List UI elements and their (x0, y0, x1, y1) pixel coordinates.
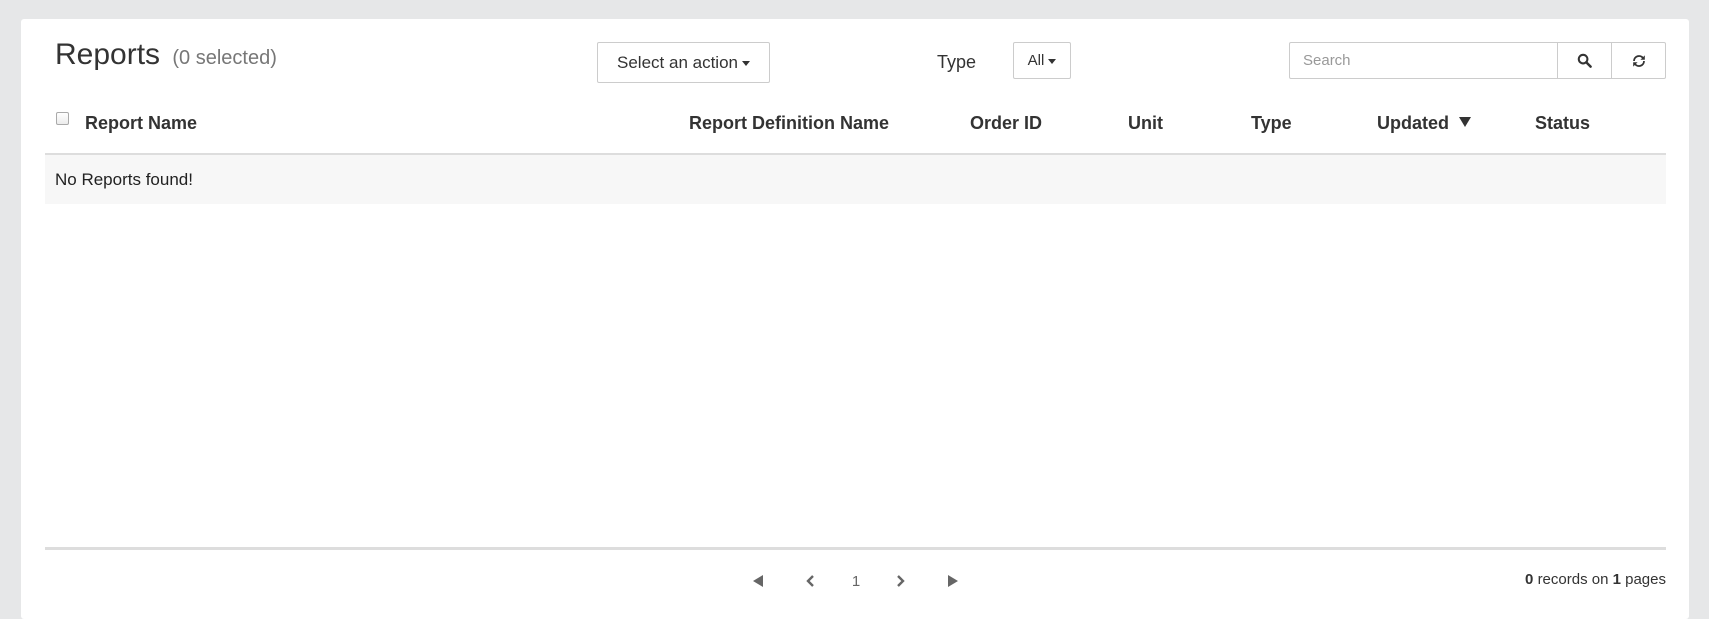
refresh-icon (1632, 54, 1645, 67)
refresh-button[interactable] (1611, 42, 1666, 79)
column-header-updated-label: Updated (1377, 113, 1449, 133)
first-page-button[interactable] (746, 571, 770, 591)
records-summary: 0 records on 1 pages (1525, 571, 1666, 588)
table-header: Report Name Report Definition Name Order… (45, 100, 1666, 155)
column-header-unit[interactable]: Unit (1128, 113, 1163, 134)
caret-down-icon (1048, 59, 1057, 64)
page-title-text: Reports (55, 38, 161, 71)
pages-text: pages (1625, 571, 1666, 588)
column-header-updated[interactable]: Updated (1377, 113, 1471, 134)
next-page-icon (897, 575, 905, 587)
search-input[interactable] (1289, 42, 1558, 79)
column-header-report-name[interactable]: Report Name (85, 113, 197, 134)
prev-page-button[interactable] (799, 571, 823, 591)
next-page-button[interactable] (888, 571, 912, 591)
search-button[interactable] (1557, 42, 1612, 79)
column-header-type[interactable]: Type (1251, 113, 1292, 134)
page-count: 1 (1612, 571, 1621, 588)
empty-message: No Reports found! (55, 170, 193, 189)
last-page-icon (948, 575, 958, 587)
page-title: Reports (0 selected) (55, 38, 277, 72)
prev-page-icon (806, 575, 814, 587)
current-page-number: 1 (851, 572, 861, 590)
select-all-checkbox[interactable] (56, 112, 69, 125)
column-header-report-definition-name[interactable]: Report Definition Name (689, 113, 889, 134)
caret-down-icon (741, 61, 750, 66)
select-action-label: Select an action (617, 52, 738, 72)
record-count: 0 (1525, 571, 1534, 588)
first-page-icon (753, 575, 763, 587)
last-page-button[interactable] (941, 571, 965, 591)
type-filter-value: All (1027, 52, 1045, 69)
empty-table-row: No Reports found! (45, 155, 1666, 204)
column-header-status[interactable]: Status (1535, 113, 1590, 134)
type-filter-label: Type (937, 52, 977, 72)
type-filter-dropdown[interactable]: All (1013, 42, 1071, 79)
column-header-order-id[interactable]: Order ID (970, 113, 1042, 134)
footer-divider (45, 547, 1666, 550)
sort-descending-icon (1459, 117, 1471, 127)
records-text: records on (1537, 571, 1609, 588)
select-action-dropdown[interactable]: Select an action (597, 42, 770, 83)
search-icon (1577, 53, 1592, 68)
selected-count: (0 selected) (172, 47, 277, 69)
